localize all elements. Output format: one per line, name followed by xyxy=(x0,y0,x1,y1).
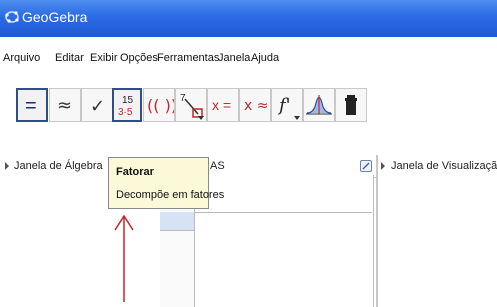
check-tool-button[interactable]: ✓ xyxy=(81,88,113,122)
menu-ferramentas[interactable]: Ferramentas xyxy=(157,52,219,64)
svg-text:=: = xyxy=(25,95,37,117)
parentheses-icon: (( )) xyxy=(147,96,174,115)
check-icon: ✓ xyxy=(90,96,105,117)
numeric-solve-icon: x ≈ xyxy=(244,98,268,114)
menu-janela[interactable]: Janela xyxy=(218,52,250,64)
parentheses-tool-button[interactable]: (( )) xyxy=(143,88,175,122)
delete-tool-button[interactable] xyxy=(335,88,367,122)
factor-icon: 15 3·5 xyxy=(118,95,134,118)
menu-opcoes[interactable]: Opções xyxy=(120,52,158,64)
tool-tooltip: Fatorar Decompõe em fatores xyxy=(108,157,224,209)
close-icon xyxy=(362,162,370,170)
tooltip-description: Decompõe em fatores xyxy=(116,189,225,201)
submenu-indicator xyxy=(198,116,204,120)
submenu-indicator xyxy=(294,116,300,120)
cas-panel-title: AS xyxy=(210,160,225,172)
menu-arquivo[interactable]: Arquivo xyxy=(3,52,40,64)
derivative-tool-button[interactable]: f' xyxy=(271,88,303,122)
equals-tool-button[interactable]: = xyxy=(16,88,48,122)
numeric-solve-tool-button[interactable]: x ≈ xyxy=(239,88,271,122)
solve-tool-button[interactable]: x = xyxy=(207,88,239,122)
window-title: GeoGebra xyxy=(22,9,88,25)
menu-ajuda[interactable]: Ajuda xyxy=(251,52,279,64)
solve-icon: x = xyxy=(212,97,231,113)
panel-divider[interactable] xyxy=(376,155,378,307)
expand-arrow-icon xyxy=(5,162,9,170)
svg-text:7: 7 xyxy=(180,93,186,104)
svg-text:15: 15 xyxy=(122,95,134,106)
menu-bar: Arquivo Editar Exibir Opções Ferramentas… xyxy=(0,52,497,72)
approx-icon: ≈ xyxy=(57,95,72,116)
algebra-panel-title: Janela de Álgebra xyxy=(14,160,103,172)
cas-active-row-marker xyxy=(160,212,194,231)
svg-text:✓: ✓ xyxy=(90,96,105,117)
annotation-arrow xyxy=(114,214,134,302)
geogebra-icon xyxy=(5,11,19,23)
approx-tool-button[interactable]: ≈ xyxy=(49,88,81,122)
close-panel-button[interactable] xyxy=(360,160,372,172)
svg-text:(( )): (( )) xyxy=(147,96,174,115)
trash-icon xyxy=(345,95,357,115)
svg-text:3·5: 3·5 xyxy=(118,107,133,118)
tooltip-title: Fatorar xyxy=(116,166,154,178)
equals-icon: = xyxy=(25,95,37,117)
graphics-panel-header[interactable]: Janela de Visualização xyxy=(377,157,497,177)
svg-text:≈: ≈ xyxy=(57,95,72,116)
bell-curve-icon xyxy=(306,95,332,115)
menu-exibir[interactable]: Exibir xyxy=(90,52,118,64)
graphics-panel-title: Janela de Visualização xyxy=(391,160,497,172)
svg-text:f': f' xyxy=(277,95,291,116)
svg-text:x ≈: x ≈ xyxy=(244,98,268,114)
toolbar: = ≈ ✓ 15 3·5 (( )) 7 x = x ≈ f' xyxy=(0,88,497,142)
substitute-tool-button[interactable]: 7 xyxy=(175,88,207,122)
title-bar: GeoGebra xyxy=(0,0,497,37)
svg-text:x =: x = xyxy=(212,97,231,113)
factor-tool-button[interactable]: 15 3·5 xyxy=(112,88,142,122)
menu-editar[interactable]: Editar xyxy=(55,52,84,64)
probability-tool-button[interactable] xyxy=(303,88,335,122)
expand-arrow-icon xyxy=(381,162,385,170)
